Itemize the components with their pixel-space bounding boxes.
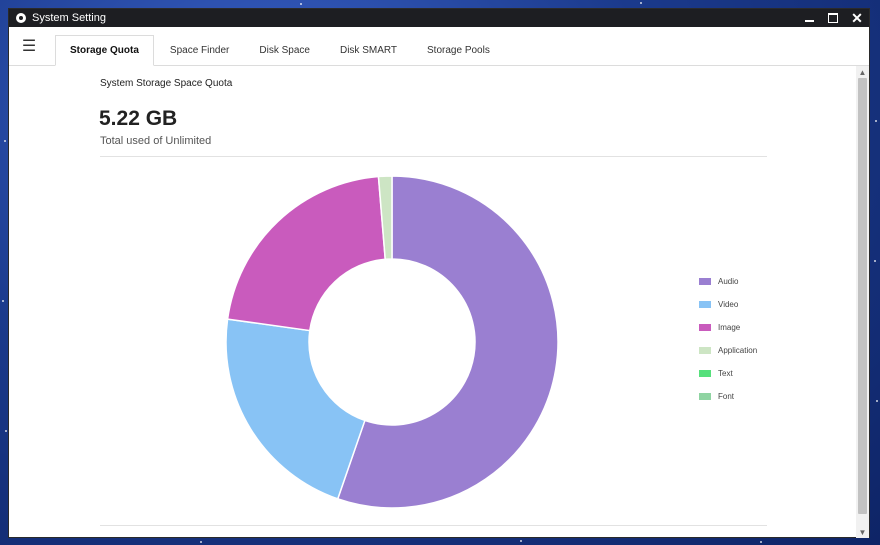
tab-disk-space[interactable]: Disk Space xyxy=(245,35,324,65)
maximize-icon xyxy=(828,13,838,23)
window-controls: ✕ xyxy=(803,9,863,27)
system-setting-window: System Setting ✕ ☰ Storage Quota Space F… xyxy=(8,8,870,538)
close-button[interactable]: ✕ xyxy=(851,10,863,26)
divider-bottom xyxy=(100,525,767,526)
minimize-icon xyxy=(804,20,814,22)
scroll-up-arrow-icon[interactable]: ▲ xyxy=(856,66,869,78)
legend-swatch xyxy=(699,347,711,354)
legend-item-application[interactable]: Application xyxy=(699,339,757,362)
legend-swatch xyxy=(699,324,711,331)
legend-item-text[interactable]: Text xyxy=(699,362,757,385)
legend-label: Video xyxy=(718,300,739,309)
donut-slice-video[interactable] xyxy=(225,318,366,500)
scroll-down-arrow-icon[interactable]: ▼ xyxy=(856,526,869,538)
tab-bar: ☰ Storage Quota Space Finder Disk Space … xyxy=(9,27,869,66)
scroll-thumb[interactable] xyxy=(858,78,867,514)
legend-swatch xyxy=(699,393,711,400)
legend-label: Text xyxy=(718,369,733,378)
legend-swatch xyxy=(699,370,711,377)
legend-item-font[interactable]: Font xyxy=(699,385,757,408)
legend-item-audio[interactable]: Audio xyxy=(699,270,757,293)
tab-storage-quota[interactable]: Storage Quota xyxy=(55,35,154,66)
donut-slice-image[interactable] xyxy=(226,175,387,332)
vertical-scrollbar[interactable]: ▲ ▼ xyxy=(856,66,869,538)
tab-space-finder[interactable]: Space Finder xyxy=(156,35,243,65)
legend-item-video[interactable]: Video xyxy=(699,293,757,316)
storage-quota-panel: System Storage Space Quota 5.22 GB Total… xyxy=(9,66,852,538)
legend-swatch xyxy=(699,301,711,308)
window-title: System Setting xyxy=(32,12,106,24)
title-bar[interactable]: System Setting ✕ xyxy=(9,9,869,27)
legend-label: Audio xyxy=(718,277,739,286)
chart-legend: Audio Video Image Application Text Font xyxy=(699,270,757,408)
app-gear-icon xyxy=(16,13,26,23)
minimize-button[interactable] xyxy=(803,12,815,24)
legend-label: Image xyxy=(718,323,741,332)
tab-storage-pools[interactable]: Storage Pools xyxy=(413,35,504,65)
legend-label: Application xyxy=(718,346,758,355)
legend-item-image[interactable]: Image xyxy=(699,316,757,339)
maximize-button[interactable] xyxy=(827,12,839,24)
legend-label: Font xyxy=(718,392,735,401)
tab-disk-smart[interactable]: Disk SMART xyxy=(326,35,411,65)
close-icon: ✕ xyxy=(851,10,863,26)
hamburger-menu-icon[interactable]: ☰ xyxy=(9,27,49,65)
legend-swatch xyxy=(699,278,711,285)
